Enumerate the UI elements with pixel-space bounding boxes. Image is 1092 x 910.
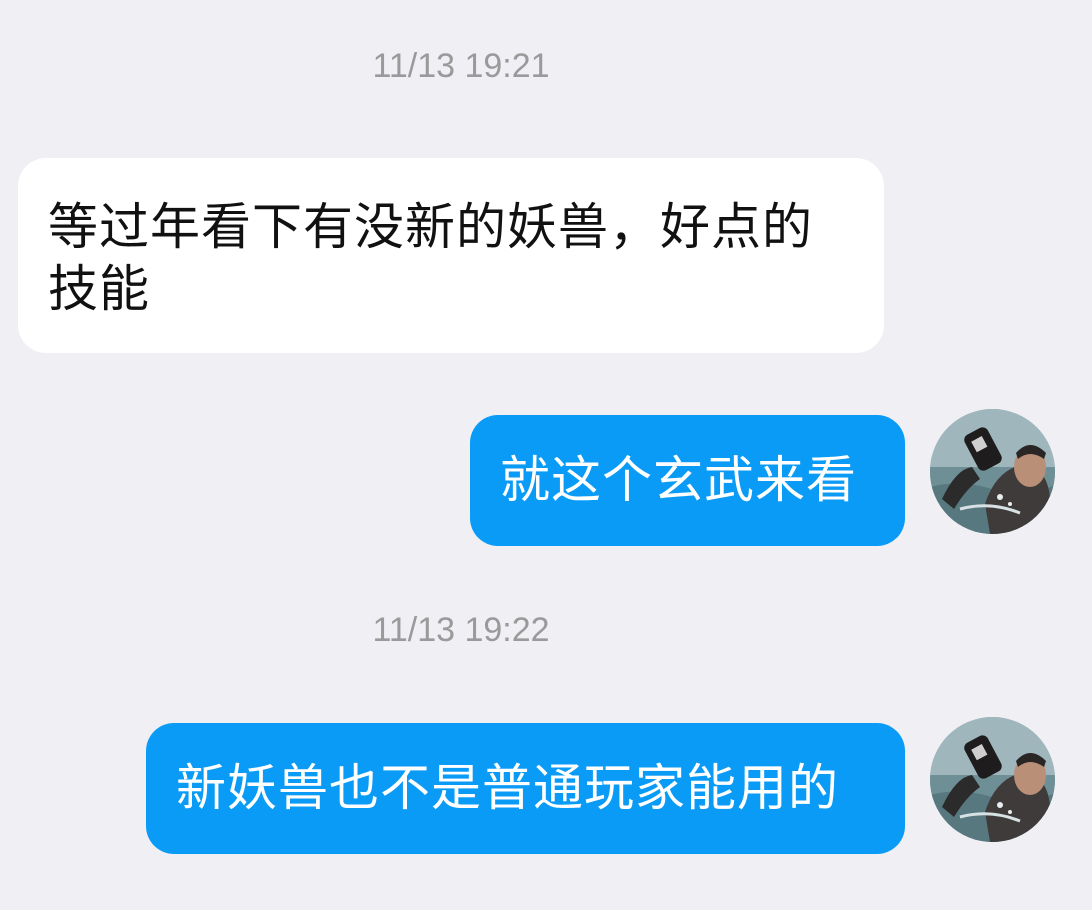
message-timestamp: 11/13 19:21 — [372, 47, 550, 85]
incoming-message-bubble[interactable]: 等过年看下有没新的妖兽，好点的技能 — [18, 158, 884, 353]
user-avatar-icon[interactable] — [930, 717, 1055, 842]
message-timestamp: 11/13 19:22 — [372, 611, 550, 649]
outgoing-message-bubble[interactable]: 新妖兽也不是普通玩家能用的 — [146, 723, 905, 854]
outgoing-message-bubble[interactable]: 就这个玄武来看 — [470, 415, 905, 546]
user-avatar-icon[interactable] — [930, 409, 1055, 534]
